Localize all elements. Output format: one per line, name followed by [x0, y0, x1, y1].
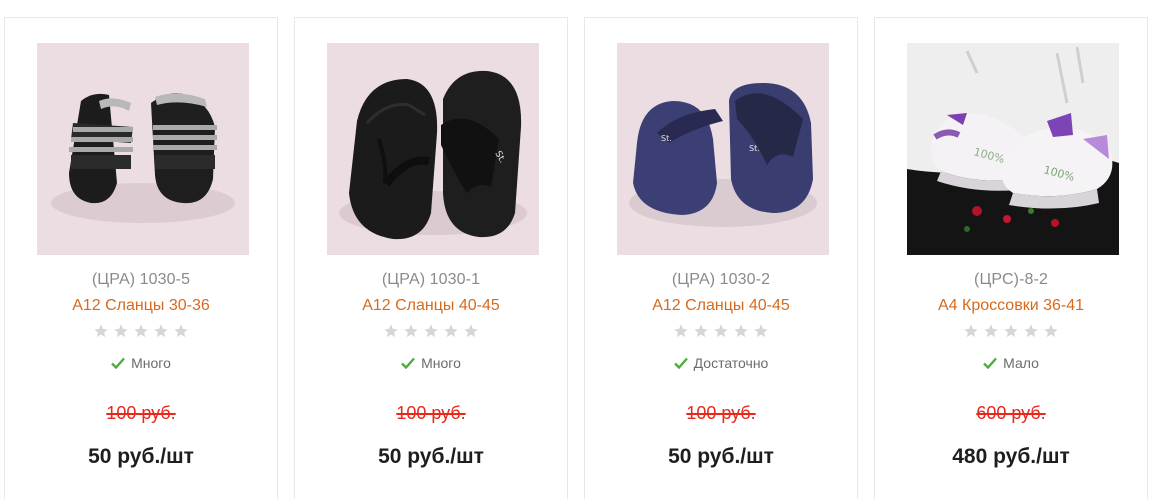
- check-icon: [983, 357, 998, 369]
- star-icon[interactable]: [1023, 323, 1039, 339]
- product-title-link[interactable]: А12 Сланцы 30-36: [5, 297, 277, 315]
- star-icon[interactable]: [113, 323, 129, 339]
- product-grid: (ЦРА) 1030-5 А12 Сланцы 30-36 Много 100 …: [0, 0, 1160, 499]
- stock-label: Достаточно: [693, 355, 769, 371]
- star-icon[interactable]: [983, 323, 999, 339]
- product-sku: (ЦРС)-8-2: [974, 271, 1048, 288]
- check-icon: [111, 357, 126, 369]
- star-icon[interactable]: [133, 323, 149, 339]
- rating-stars[interactable]: [5, 323, 277, 339]
- product-card[interactable]: St. St. (ЦРА) 1030-2 А12 Сланцы 40-45 До…: [584, 17, 858, 499]
- stock-label: Много: [131, 355, 171, 371]
- old-price: 100 руб.: [106, 403, 176, 423]
- stock-status: Мало: [875, 355, 1147, 371]
- rating-stars[interactable]: [875, 323, 1147, 339]
- star-icon[interactable]: [463, 323, 479, 339]
- stock-status: Достаточно: [585, 355, 857, 371]
- star-icon[interactable]: [403, 323, 419, 339]
- product-title-link[interactable]: А12 Сланцы 40-45: [585, 297, 857, 315]
- star-icon[interactable]: [673, 323, 689, 339]
- stock-status: Много: [5, 355, 277, 371]
- rating-stars[interactable]: [295, 323, 567, 339]
- price: 50 руб./шт: [668, 445, 774, 468]
- product-card[interactable]: 100% 100% (ЦРС)-8-2 А4 Кроссовки 36-41 М…: [874, 17, 1148, 499]
- stock-label: Мало: [1003, 355, 1039, 371]
- svg-text:St.: St.: [661, 134, 672, 143]
- price: 50 руб./шт: [378, 445, 484, 468]
- star-icon[interactable]: [173, 323, 189, 339]
- check-icon: [401, 357, 416, 369]
- stock-label: Много: [421, 355, 461, 371]
- rating-stars[interactable]: [585, 323, 857, 339]
- star-icon[interactable]: [443, 323, 459, 339]
- star-icon[interactable]: [963, 323, 979, 339]
- star-icon[interactable]: [93, 323, 109, 339]
- old-price: 100 руб.: [686, 403, 756, 423]
- star-icon[interactable]: [1043, 323, 1059, 339]
- star-icon[interactable]: [693, 323, 709, 339]
- product-image[interactable]: St. St.: [617, 43, 829, 255]
- star-icon[interactable]: [733, 323, 749, 339]
- star-icon[interactable]: [753, 323, 769, 339]
- stock-status: Много: [295, 355, 567, 371]
- check-icon: [673, 357, 688, 369]
- star-icon[interactable]: [153, 323, 169, 339]
- price: 480 руб./шт: [952, 445, 1070, 468]
- product-sku: (ЦРА) 1030-1: [381, 271, 481, 288]
- product-card[interactable]: St. (ЦРА) 1030-1 А12 Сланцы 40-45 Много …: [294, 17, 568, 499]
- product-image[interactable]: St.: [327, 43, 539, 255]
- old-price: 100 руб.: [396, 403, 466, 423]
- star-icon[interactable]: [423, 323, 439, 339]
- star-icon[interactable]: [713, 323, 729, 339]
- star-icon[interactable]: [1003, 323, 1019, 339]
- product-title-link[interactable]: А4 Кроссовки 36-41: [875, 297, 1147, 315]
- old-price: 600 руб.: [976, 403, 1046, 423]
- product-card[interactable]: (ЦРА) 1030-5 А12 Сланцы 30-36 Много 100 …: [4, 17, 278, 499]
- product-sku: (ЦРА) 1030-2: [671, 271, 771, 288]
- product-title-link[interactable]: А12 Сланцы 40-45: [295, 297, 567, 315]
- product-sku: (ЦРА) 1030-5: [91, 271, 191, 288]
- price: 50 руб./шт: [88, 445, 194, 468]
- product-image[interactable]: [37, 43, 249, 255]
- product-image[interactable]: 100% 100%: [907, 43, 1119, 255]
- svg-text:St.: St.: [749, 144, 760, 153]
- star-icon[interactable]: [383, 323, 399, 339]
